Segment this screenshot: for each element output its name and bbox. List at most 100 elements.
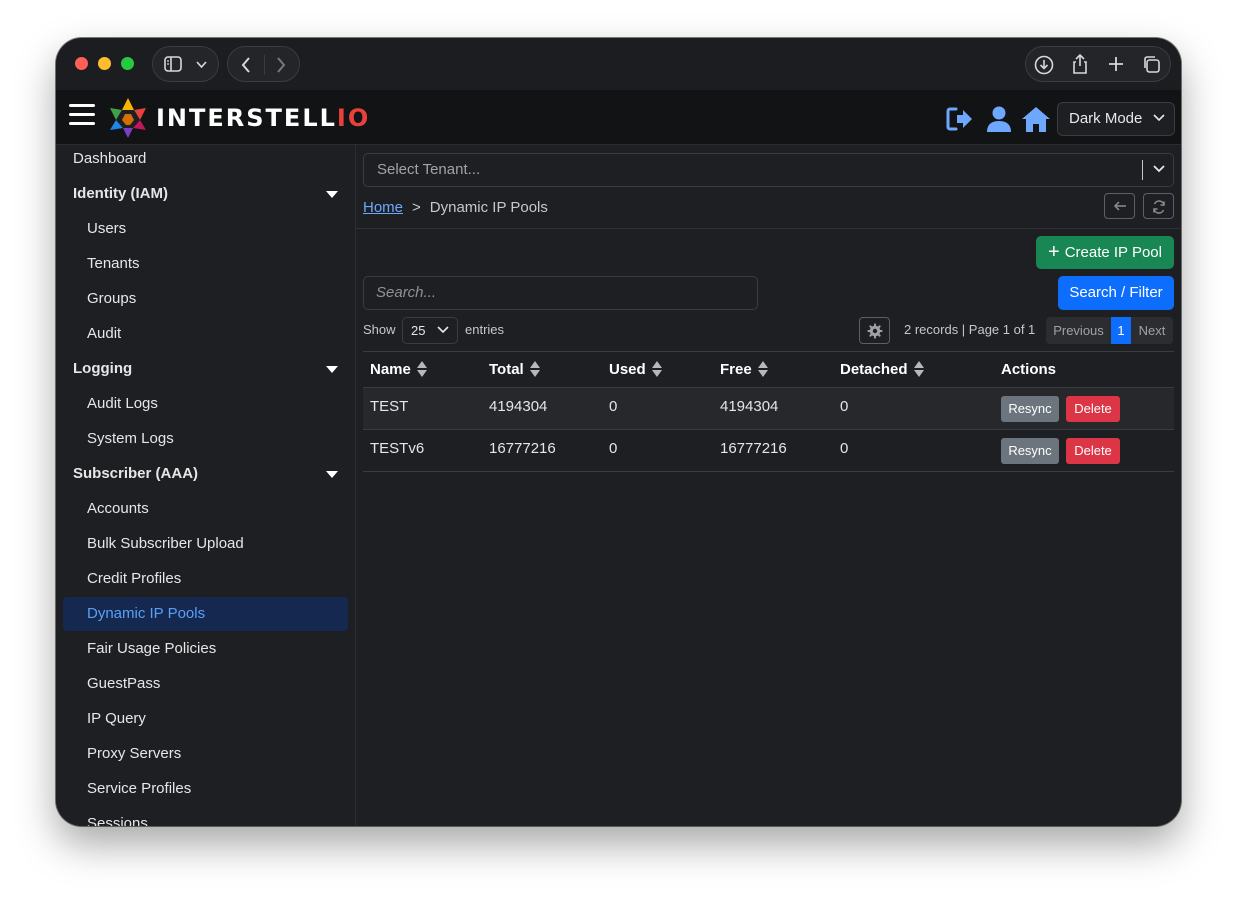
sort-icon bbox=[757, 361, 769, 377]
cell-name: TESTv6 bbox=[370, 440, 425, 457]
column-header-name[interactable]: Name bbox=[370, 352, 428, 388]
sidebar-section-logging[interactable]: Logging bbox=[63, 352, 348, 386]
ip-pools-table: Name Total Used Free Detached Actions TE… bbox=[363, 351, 1174, 472]
resync-button[interactable]: Resync bbox=[1001, 396, 1059, 422]
tenant-select[interactable]: Select Tenant... bbox=[363, 153, 1174, 187]
delete-button[interactable]: Delete bbox=[1066, 396, 1120, 422]
browser-actions bbox=[1025, 46, 1171, 82]
caret-down-icon bbox=[326, 191, 338, 198]
table-row: TESTv6 16777216 0 16777216 0 Resync Dele… bbox=[363, 430, 1174, 472]
zoom-window-button[interactable] bbox=[121, 57, 134, 70]
sidebar-item-dynamic-ip-pools[interactable]: Dynamic IP Pools bbox=[63, 597, 348, 631]
browser-toolbar bbox=[56, 38, 1181, 90]
records-info: 2 records | Page 1 of 1 bbox=[904, 322, 1036, 337]
sidebar-nav: Dashboard Identity (IAM) Users Tenants G… bbox=[56, 145, 356, 826]
search-input[interactable]: Search... bbox=[363, 276, 758, 310]
show-label: Show bbox=[363, 322, 396, 337]
sidebar-item-users[interactable]: Users bbox=[63, 212, 348, 246]
sidebar-item-credit-profiles[interactable]: Credit Profiles bbox=[63, 562, 348, 596]
caret-down-icon bbox=[326, 471, 338, 478]
table-header: Name Total Used Free Detached Actions bbox=[363, 351, 1174, 388]
column-header-detached[interactable]: Detached bbox=[840, 352, 925, 388]
browser-window: INTERSTELLIO Dark Mode Dashboard Identit… bbox=[56, 38, 1181, 826]
resync-button[interactable]: Resync bbox=[1001, 438, 1059, 464]
sort-icon bbox=[529, 361, 541, 377]
brand-logo[interactable]: INTERSTELLIO bbox=[106, 95, 370, 141]
sign-out-icon[interactable] bbox=[944, 104, 974, 134]
share-icon[interactable] bbox=[1071, 53, 1089, 75]
sort-icon bbox=[651, 361, 663, 377]
pagination: Previous 1 Next bbox=[1046, 317, 1173, 344]
cell-detached: 0 bbox=[840, 440, 849, 457]
delete-button[interactable]: Delete bbox=[1066, 438, 1120, 464]
sidebar-section-identity[interactable]: Identity (IAM) bbox=[63, 177, 348, 211]
sidebar-item-tenants[interactable]: Tenants bbox=[63, 247, 348, 281]
column-header-actions: Actions bbox=[1001, 361, 1057, 378]
sidebar-icon bbox=[164, 56, 182, 72]
breadcrumb-home-link[interactable]: Home bbox=[363, 199, 403, 216]
refresh-icon bbox=[1153, 200, 1165, 214]
chevron-down-icon bbox=[1153, 165, 1165, 173]
download-icon[interactable] bbox=[1034, 55, 1054, 75]
app-header: INTERSTELLIO Dark Mode bbox=[56, 90, 1181, 145]
chevron-down-icon bbox=[437, 326, 449, 334]
sidebar-item-dashboard[interactable]: Dashboard bbox=[63, 145, 348, 176]
cell-free: 4194304 bbox=[720, 398, 779, 415]
sidebar-item-fair-usage[interactable]: Fair Usage Policies bbox=[63, 632, 348, 666]
cell-used: 0 bbox=[609, 398, 618, 415]
search-filter-button[interactable]: Search / Filter bbox=[1058, 276, 1174, 310]
entries-per-page-select[interactable]: 25 bbox=[402, 317, 458, 344]
home-icon[interactable] bbox=[1021, 104, 1051, 134]
history-nav bbox=[227, 46, 300, 82]
sidebar-item-bulk-upload[interactable]: Bulk Subscriber Upload bbox=[63, 527, 348, 561]
user-icon[interactable] bbox=[984, 104, 1014, 134]
close-window-button[interactable] bbox=[75, 57, 88, 70]
refresh-button[interactable] bbox=[1143, 193, 1174, 219]
sidebar-item-audit[interactable]: Audit bbox=[63, 317, 348, 351]
chevron-down-icon bbox=[196, 61, 207, 69]
main-content: Select Tenant... Home>Dynamic IP Pools bbox=[356, 145, 1181, 826]
breadcrumb: Home > Dynamic IP Pools bbox=[363, 199, 548, 216]
sidebar-item-system-logs[interactable]: System Logs bbox=[63, 422, 348, 456]
sidebar-item-guestpass[interactable]: GuestPass bbox=[63, 667, 348, 701]
sort-icon bbox=[913, 361, 925, 377]
cell-total: 16777216 bbox=[489, 440, 556, 457]
sidebar-item-groups[interactable]: Groups bbox=[63, 282, 348, 316]
pagination-page-1[interactable]: 1 bbox=[1111, 317, 1131, 344]
gear-icon bbox=[867, 323, 883, 339]
sidebar-item-ip-query[interactable]: IP Query bbox=[63, 702, 348, 736]
minimize-window-button[interactable] bbox=[98, 57, 111, 70]
column-header-total[interactable]: Total bbox=[489, 352, 541, 388]
sidebar-item-sessions[interactable]: Sessions bbox=[63, 807, 348, 826]
sort-icon bbox=[416, 361, 428, 377]
theme-select[interactable]: Dark Mode bbox=[1057, 102, 1175, 136]
forward-arrow-icon[interactable] bbox=[275, 56, 287, 74]
sidebar-item-audit-logs[interactable]: Audit Logs bbox=[63, 387, 348, 421]
back-button[interactable] bbox=[1104, 193, 1135, 219]
sidebar-item-proxy-servers[interactable]: Proxy Servers bbox=[63, 737, 348, 771]
sidebar-item-service-profiles[interactable]: Service Profiles bbox=[63, 772, 348, 806]
sidebar-item-accounts[interactable]: Accounts bbox=[63, 492, 348, 526]
column-settings-button[interactable] bbox=[859, 317, 890, 344]
cell-total: 4194304 bbox=[489, 398, 548, 415]
plus-icon: + bbox=[1048, 241, 1060, 263]
sidebar-section-subscriber[interactable]: Subscriber (AAA) bbox=[63, 457, 348, 491]
arrow-left-icon bbox=[1113, 201, 1126, 211]
brand-name: INTERSTELLIO bbox=[156, 104, 371, 132]
new-tab-icon[interactable] bbox=[1108, 56, 1124, 72]
menu-toggle-button[interactable] bbox=[69, 104, 95, 130]
cell-used: 0 bbox=[609, 440, 618, 457]
cell-free: 16777216 bbox=[720, 440, 787, 457]
create-ip-pool-button[interactable]: + Create IP Pool bbox=[1036, 236, 1174, 269]
sidebar-toggle-button[interactable] bbox=[152, 46, 219, 82]
tab-overview-icon[interactable] bbox=[1142, 55, 1161, 74]
cell-detached: 0 bbox=[840, 398, 849, 415]
back-arrow-icon[interactable] bbox=[240, 56, 252, 74]
column-header-used[interactable]: Used bbox=[609, 352, 663, 388]
column-header-free[interactable]: Free bbox=[720, 352, 769, 388]
cell-name: TEST bbox=[370, 398, 409, 415]
pagination-next[interactable]: Next bbox=[1131, 317, 1173, 344]
table-row: TEST 4194304 0 4194304 0 Resync Delete bbox=[363, 388, 1174, 430]
caret-down-icon bbox=[326, 366, 338, 373]
pagination-previous[interactable]: Previous bbox=[1046, 317, 1111, 344]
